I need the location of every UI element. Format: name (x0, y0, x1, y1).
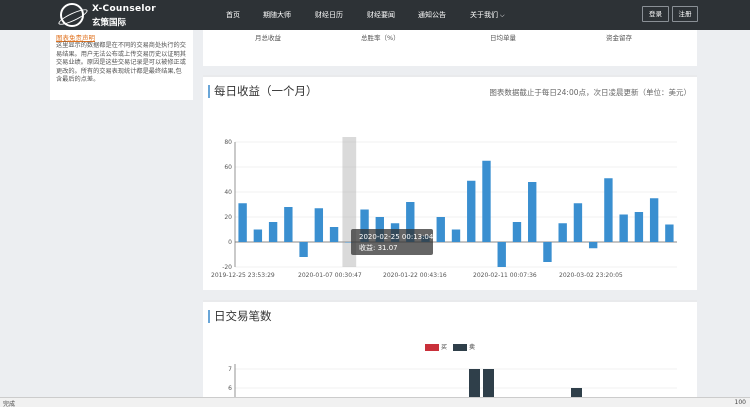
y-tick-label: 40 (224, 189, 232, 196)
x-tick-label: 2020-01-22 00:43:16 (383, 272, 447, 279)
y-tick-label: 6 (228, 385, 232, 392)
disclaimer-title[interactable]: 图表免责声明 (56, 32, 95, 42)
bar[interactable] (512, 222, 522, 242)
bar[interactable] (558, 223, 567, 242)
x-tick-label: 2020-02-11 00:07:36 (473, 272, 537, 279)
bar[interactable] (649, 198, 659, 242)
daily-trades-chart[interactable]: 567 (203, 302, 697, 399)
y-tick-label: 20 (224, 214, 232, 221)
bar[interactable] (543, 242, 552, 262)
y-tick-label: 80 (224, 139, 232, 146)
bar[interactable] (573, 203, 583, 242)
browser-status-bar: 完成 100 (0, 397, 750, 407)
nav-about[interactable]: 关于我们 ⌵ (470, 10, 505, 20)
bar[interactable] (329, 227, 339, 242)
x-tick-label: 2020-03-02 23:20:05 (559, 272, 623, 279)
nav-about-label: 关于我们 (470, 11, 498, 19)
chevron-down-icon: ⌵ (500, 12, 505, 19)
register-button[interactable]: 注册 (672, 6, 698, 22)
nav-news[interactable]: 财经要闻 (367, 10, 395, 20)
tooltip-value: 收益: 31.07 (359, 243, 398, 252)
bar[interactable] (467, 180, 476, 242)
bar[interactable] (436, 217, 445, 242)
y-tick-label: 60 (224, 164, 232, 171)
top-nav: X-Counselor 玄策国际 首页 期随大师 财经日历 财经要闻 通知公告 … (0, 0, 750, 30)
bar[interactable] (634, 212, 644, 242)
y-tick-label: 0 (228, 239, 232, 246)
logo-icon (60, 3, 84, 27)
bar[interactable] (588, 242, 598, 249)
bar-sell[interactable] (483, 369, 494, 399)
y-tick-label: 7 (228, 366, 232, 373)
tooltip-time: 2020-02-25 00:13:04 (359, 233, 434, 241)
bar[interactable] (528, 182, 537, 242)
nav-home[interactable]: 首页 (226, 10, 240, 20)
disclaimer-box: 图表免责声明 这里显示的数据都是在不同的交易商处执行的交易结果。用户无法公布或上… (50, 30, 193, 100)
bar[interactable] (482, 160, 491, 242)
login-button[interactable]: 登录 (642, 6, 669, 22)
bar[interactable] (299, 242, 308, 257)
logo[interactable]: X-Counselor 玄策国际 (60, 2, 180, 28)
nav-notices[interactable]: 通知公告 (418, 10, 446, 20)
x-tick-label: 2020-01-07 00:30:47 (298, 272, 362, 279)
x-tick-label: 2019-12-25 23:53:29 (211, 272, 275, 279)
logo-name-en: X-Counselor (92, 4, 157, 14)
stat-label-win-rate: 总胜率（%） (361, 34, 400, 42)
bar[interactable] (238, 203, 247, 242)
disclaimer-text: 这里显示的数据都是在不同的交易商处执行的交易结果。用户无法公布或上传交易历史以证… (56, 42, 186, 84)
bar[interactable] (268, 222, 278, 242)
stat-label-fund-retention: 资金留存 (606, 34, 632, 42)
bar[interactable] (284, 207, 293, 242)
stat-label-monthly-profit: 月总收益 (255, 34, 281, 42)
logo-name-cn: 玄策国际 (92, 18, 127, 28)
zoom-level[interactable]: 100 (735, 399, 746, 406)
nav-calendar[interactable]: 财经日历 (315, 10, 343, 20)
y-tick-label: -20 (222, 264, 232, 271)
daily-profit-panel: 每日收益（一个月） 图表数据截止于每日24:00点，次日凌晨更新（单位：美元） … (203, 75, 697, 290)
stats-strip: 月总收益 总胜率（%） 日均单量 资金留存 (203, 30, 697, 66)
bar[interactable] (451, 229, 461, 243)
bar-sell[interactable] (469, 369, 480, 399)
stat-label-daily-trades: 日均单量 (490, 34, 516, 42)
daily-profit-note: 图表数据截止于每日24:00点，次日凌晨更新（单位：美元） (489, 88, 691, 97)
bar[interactable] (314, 208, 324, 242)
bar[interactable] (253, 229, 263, 243)
bar[interactable] (619, 214, 628, 243)
daily-profit-title: 每日收益（一个月） (208, 85, 318, 98)
status-text: 完成 (3, 401, 16, 407)
daily-profit-chart[interactable]: -20 0 20 40 60 80 2019-12-25 23:53:29 2020-01-0… (203, 105, 697, 290)
bar[interactable] (665, 224, 674, 243)
bar[interactable] (497, 242, 506, 267)
nav-masters[interactable]: 期随大师 (263, 10, 291, 20)
bar[interactable] (604, 178, 613, 242)
daily-trades-panel: 日交易笔数 买 卖 567 (203, 300, 697, 399)
